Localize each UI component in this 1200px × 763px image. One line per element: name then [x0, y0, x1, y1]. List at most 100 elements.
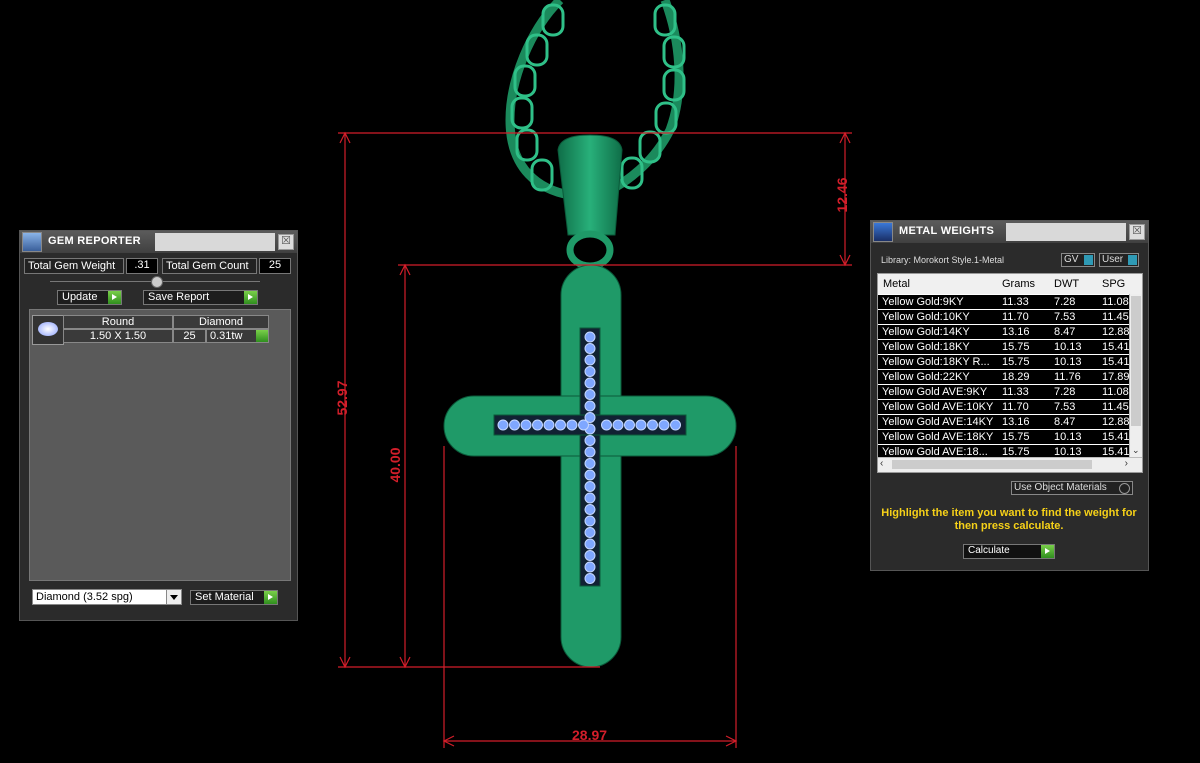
gem-stone [612, 419, 624, 431]
metal-table-row[interactable]: Yellow Gold AVE:18KY 15.75 10.13 15.41 [878, 430, 1130, 445]
gem-stone [584, 458, 596, 469]
metal-table-cell: 11.70 [1002, 311, 1029, 323]
gem-stone [670, 419, 681, 431]
metal-table-cell: Yellow Gold AVE:14KY [882, 416, 994, 428]
gem-stone [584, 538, 596, 550]
scroll-thumb[interactable] [892, 460, 1092, 469]
metal-table-cell: Yellow Gold:18KY [882, 341, 970, 353]
scroll-thumb[interactable] [1131, 296, 1141, 426]
gem-stone [543, 419, 555, 431]
gem-stone [578, 419, 589, 431]
metal-table-cell: 11.76 [1054, 371, 1081, 383]
gem-stone [584, 354, 596, 366]
hint-text: Highlight the item you want to find the … [881, 507, 1137, 532]
metal-table-cell: 11.33 [1002, 386, 1029, 398]
metal-table-cell: Yellow Gold AVE:18KY [882, 431, 994, 443]
gem-stone [647, 419, 658, 431]
horizontal-scrollbar[interactable]: ‹ › [878, 457, 1142, 472]
metal-table-row[interactable]: Yellow Gold AVE:14KY 13.16 8.47 12.88 [878, 415, 1130, 430]
metal-table-cell: 15.75 [1002, 431, 1030, 443]
metal-table-row[interactable]: Yellow Gold:18KY R... 15.75 10.13 15.41 [878, 355, 1130, 370]
gem-reporter-panel: GEM REPORTER ☒ Total Gem Weight .31 Tota… [19, 230, 298, 621]
use-object-materials-button[interactable]: Use Object Materials [1011, 481, 1133, 495]
gem-stone [532, 419, 543, 431]
metal-table-row[interactable]: Yellow Gold:18KY 15.75 10.13 15.41 [878, 340, 1130, 355]
gem-stone [584, 481, 596, 492]
metal-table-cell: 7.53 [1054, 311, 1076, 323]
total-gem-count-value: 25 [259, 258, 291, 274]
gem-weight[interactable]: 0.31tw [206, 329, 269, 343]
gem-stone [584, 573, 596, 584]
gem-list: Round Diamond 1.50 X 1.50 25 0.31tw [29, 309, 291, 581]
save-report-button[interactable]: Save Report [143, 290, 258, 305]
slider-handle[interactable] [151, 276, 163, 288]
set-material-button[interactable]: Set Material [190, 590, 278, 605]
metal-table-cell: Yellow Gold:18KY R... [882, 356, 990, 368]
total-gem-weight-value: .31 [126, 258, 158, 274]
round-diamond-icon [32, 315, 64, 345]
metal-weights-app-icon [873, 222, 893, 242]
metal-weights-titlebar[interactable]: METAL WEIGHTS ☒ [871, 221, 1148, 243]
overall-height-label: 52.97 [334, 380, 350, 416]
gem-reporter-title: GEM REPORTER [48, 235, 141, 247]
chevron-down-icon[interactable]: ⌄ [1132, 445, 1140, 456]
metal-table-row[interactable]: Yellow Gold:14KY 13.16 8.47 12.88 [878, 325, 1130, 340]
gem-stone [584, 492, 596, 504]
metal-table-cell: Yellow Gold AVE:9KY [882, 386, 988, 398]
gem-stone [635, 419, 647, 431]
gem-stone [584, 366, 596, 377]
jump-ring [566, 230, 614, 270]
gem-count: 25 [173, 329, 206, 343]
gem-stone [658, 419, 670, 431]
metal-table-cell: 15.75 [1002, 341, 1030, 353]
metal-table-row[interactable]: Yellow Gold AVE:10KY 11.70 7.53 11.45 [878, 400, 1130, 415]
gem-size: 1.50 X 1.50 [63, 329, 173, 343]
metal-table-row[interactable]: Yellow Gold:10KY 11.70 7.53 11.45 [878, 310, 1130, 325]
gem-stone [555, 419, 566, 431]
library-label: Library: Morokort Style.1-Metal [881, 255, 1005, 265]
gem-material: Diamond [173, 315, 269, 329]
user-toggle[interactable]: User [1099, 253, 1139, 267]
close-icon[interactable]: ☒ [278, 234, 294, 250]
gem-reporter-titlebar[interactable]: GEM REPORTER ☒ [20, 231, 297, 253]
metal-table-row[interactable]: Yellow Gold:22KY 18.29 11.76 17.89 [878, 370, 1130, 385]
metal-table-cell: 11.70 [1002, 401, 1029, 413]
metal-table-cell: 13.16 [1002, 326, 1030, 338]
bail [557, 134, 623, 236]
metal-table: Metal Grams DWT SPG Yellow Gold:9KY 11.33… [877, 273, 1143, 473]
gem-stone [584, 435, 596, 446]
gem-stone [584, 469, 596, 481]
cross-height-label: 40.00 [387, 447, 403, 483]
gem-stone [497, 419, 509, 431]
vertical-scrollbar[interactable]: ⌄ [1129, 294, 1142, 458]
calculate-button[interactable]: Calculate [963, 544, 1055, 559]
gem-stone [601, 419, 612, 431]
metal-table-cell: Yellow Gold AVE:10KY [882, 401, 994, 413]
gem-stone [584, 400, 596, 412]
chevron-right-icon[interactable]: › [1125, 458, 1128, 469]
close-icon[interactable]: ☒ [1129, 224, 1145, 240]
cross-width-label: 28.97 [572, 727, 608, 743]
play-icon [256, 330, 268, 342]
metal-table-cell: 10.13 [1054, 356, 1082, 368]
bail-height-label: 12.46 [834, 177, 850, 213]
update-button[interactable]: Update [57, 290, 122, 305]
metal-table-cell: 18.29 [1002, 371, 1030, 383]
gem-stone [520, 419, 532, 431]
gv-toggle[interactable]: GV [1061, 253, 1095, 267]
metal-table-cell: 10.13 [1054, 431, 1082, 443]
metal-table-cell: 7.28 [1054, 386, 1076, 398]
gem-stone [584, 504, 596, 515]
metal-table-row[interactable]: Yellow Gold AVE:9KY 11.33 7.28 11.08 [878, 385, 1130, 400]
gem-shape: Round [63, 315, 173, 329]
play-icon [244, 291, 257, 304]
chevron-left-icon[interactable]: ‹ [880, 458, 883, 469]
gem-stone [584, 377, 596, 389]
metal-table-row[interactable]: Yellow Gold:9KY 11.33 7.28 11.08 [878, 295, 1130, 310]
gem-stone [566, 419, 578, 431]
gem-stone [584, 527, 596, 538]
gem-stone [584, 561, 596, 573]
material-select[interactable]: Diamond (3.52 spg) [32, 589, 182, 605]
metal-weights-title: METAL WEIGHTS [899, 225, 995, 237]
total-gem-weight-label: Total Gem Weight [24, 258, 124, 274]
